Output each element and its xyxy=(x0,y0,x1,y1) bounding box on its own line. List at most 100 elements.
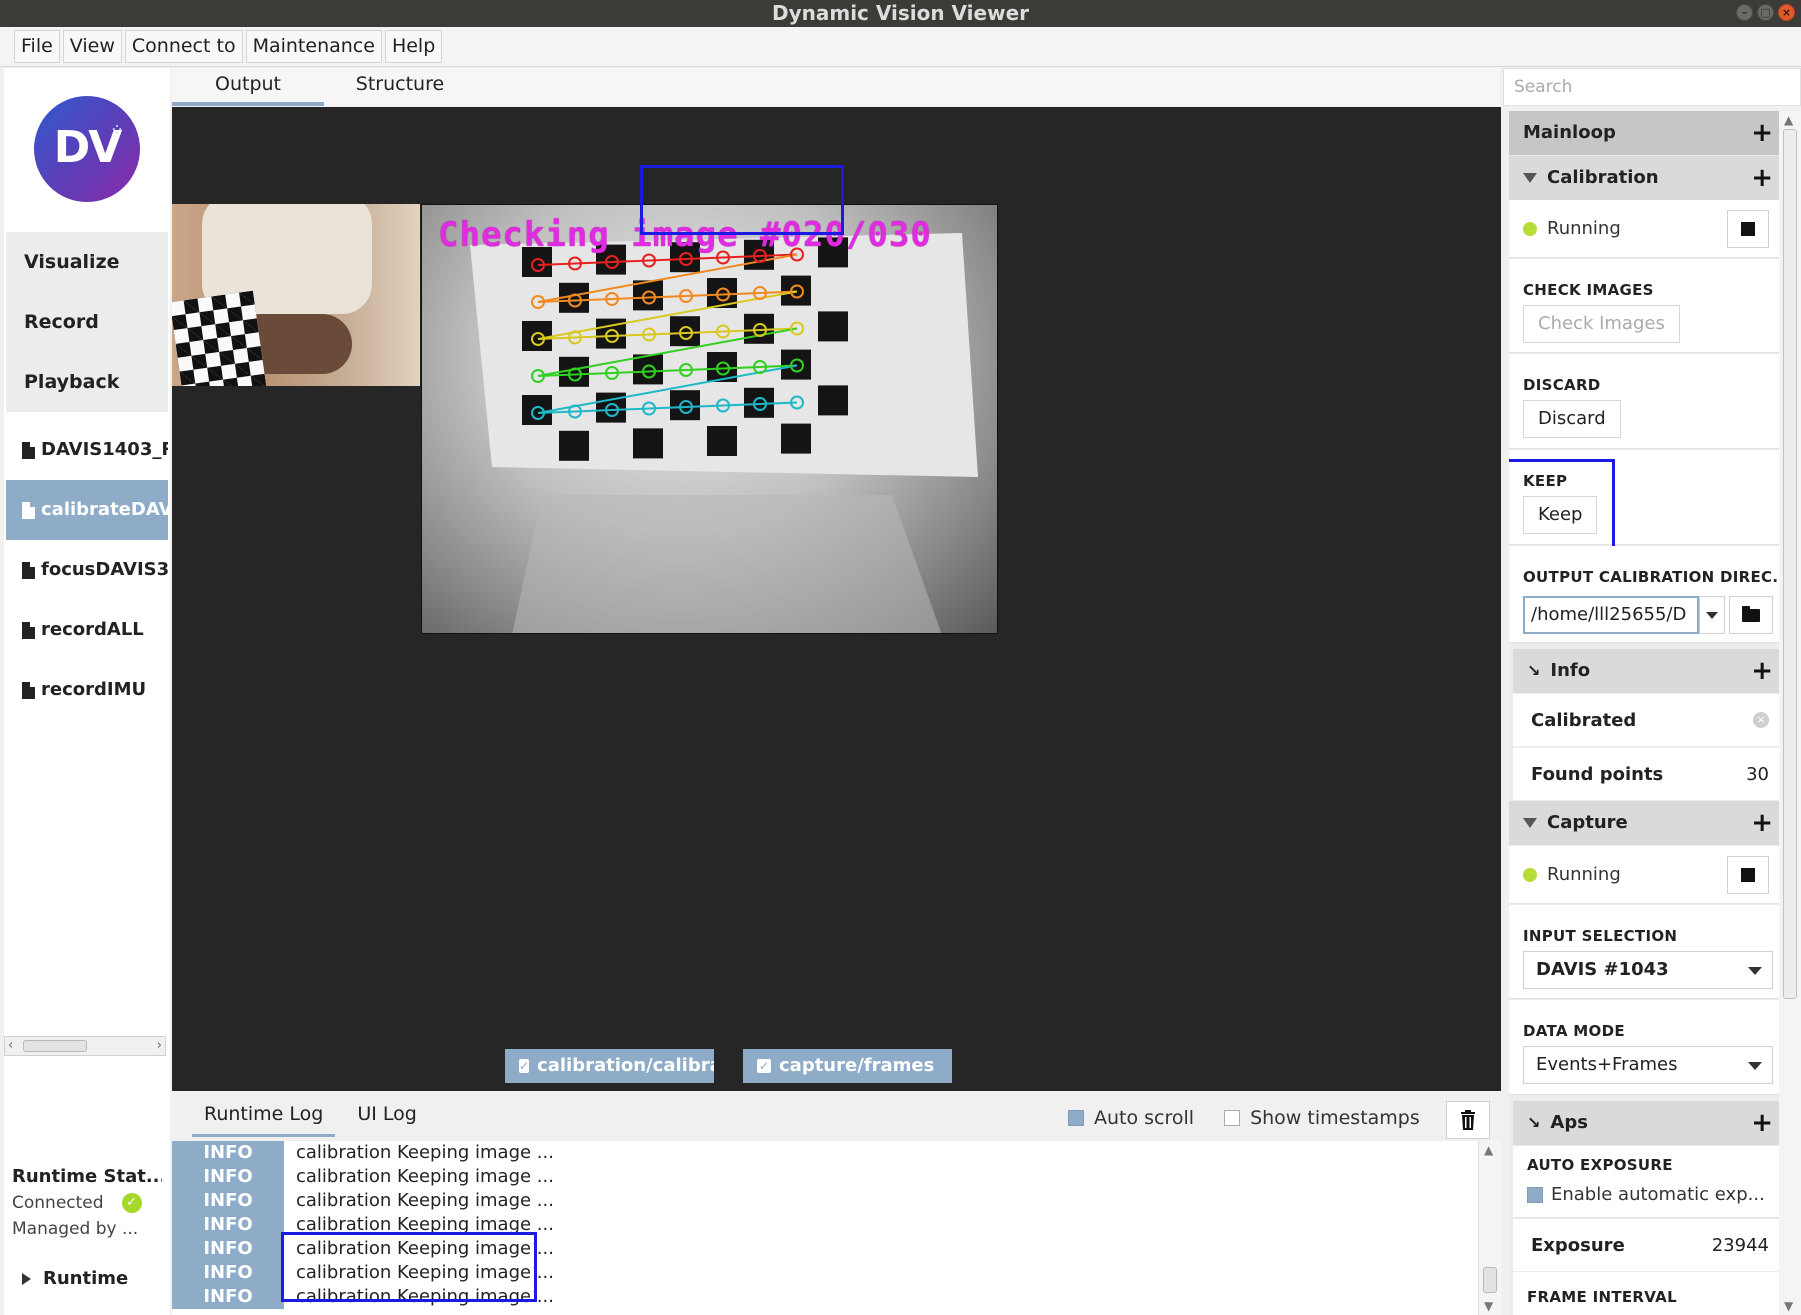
scroll-down-icon[interactable]: ▼ xyxy=(1484,1299,1493,1313)
input-selection-value: DAVIS #1043 xyxy=(1536,959,1669,980)
auto-exposure-checkbox[interactable] xyxy=(1527,1186,1543,1203)
tab-structure[interactable]: Structure xyxy=(324,68,476,106)
collapse-arrow-icon[interactable] xyxy=(1523,818,1537,828)
chevron-down-icon xyxy=(1748,967,1762,975)
discard-button[interactable]: Discard xyxy=(1523,400,1621,438)
log-message: calibration Keeping image ... xyxy=(296,1166,554,1187)
capture-running: Running xyxy=(1523,864,1621,885)
info-add-icon[interactable]: + xyxy=(1751,649,1773,693)
nav-visualize[interactable]: Visualize xyxy=(6,232,168,292)
stream-toggle-calibration[interactable]: ✓ calibration/calibra... xyxy=(505,1049,714,1083)
calibration-stop-button[interactable] xyxy=(1727,210,1769,248)
collapse-arrow-icon[interactable]: ↘ xyxy=(1527,1101,1540,1145)
stream-label: calibration/calibra... xyxy=(537,1055,714,1076)
chevron-down-icon xyxy=(1748,1062,1762,1070)
capture-add-icon[interactable]: + xyxy=(1751,801,1773,845)
scrollbar-thumb[interactable] xyxy=(1483,1267,1497,1293)
log-level: INFO xyxy=(172,1141,284,1165)
window-controls: – □ × xyxy=(1736,4,1795,21)
tab-runtime-log[interactable]: Runtime Log xyxy=(192,1099,336,1137)
menu-view[interactable]: View xyxy=(62,30,122,63)
checkerboard-square xyxy=(818,311,848,342)
check-images-button[interactable]: Check Images xyxy=(1523,305,1680,343)
auto-scroll-toggle[interactable]: Auto scroll xyxy=(1068,1107,1194,1129)
maximize-icon[interactable]: □ xyxy=(1757,4,1774,21)
right-panel-scrollbar[interactable]: ▲ ▼ xyxy=(1779,111,1801,1315)
scrollbar-thumb[interactable] xyxy=(23,1040,87,1052)
log-row: INFO calibration Keeping image ... xyxy=(172,1261,1478,1285)
menu-maintenance[interactable]: Maintenance xyxy=(245,30,382,63)
file-item[interactable]: recordALL xyxy=(6,600,168,660)
clear-log-button[interactable] xyxy=(1446,1101,1490,1139)
runtime-expander[interactable]: Runtime xyxy=(22,1268,128,1289)
menu-file[interactable]: File xyxy=(14,30,60,63)
scrollbar-thumb[interactable] xyxy=(1783,129,1797,999)
check-images-label: CHECK IMAGES xyxy=(1523,281,1654,299)
auto-exposure-option[interactable]: Enable automatic exp... xyxy=(1527,1184,1765,1205)
lower-cloth xyxy=(512,495,942,633)
capture-header[interactable]: Capture + xyxy=(1509,801,1779,845)
log-vertical-scrollbar[interactable]: ▲ ▼ xyxy=(1478,1141,1501,1315)
main-tabs: Output Structure xyxy=(172,68,1500,106)
add-module-icon[interactable]: + xyxy=(1751,111,1773,155)
menu-bar: File View Connect to Maintenance Help xyxy=(0,27,1801,67)
checkerboard-square xyxy=(559,430,589,461)
output-dir-input[interactable]: /home/lll25655/D xyxy=(1523,596,1699,634)
file-item[interactable]: focusDAVIS34 xyxy=(6,540,168,600)
minimize-icon[interactable]: – xyxy=(1736,4,1753,21)
folder-icon xyxy=(1742,605,1760,622)
scroll-right-icon[interactable]: › xyxy=(157,1038,162,1053)
aps-add-icon[interactable]: + xyxy=(1751,1101,1773,1145)
frame-interval-label: FRAME INTERVAL xyxy=(1527,1288,1677,1306)
nav-record[interactable]: Record xyxy=(6,292,168,352)
close-icon[interactable]: × xyxy=(1778,4,1795,21)
scroll-up-icon[interactable]: ▲ xyxy=(1784,113,1793,127)
logo-sparkle-icon: ⁘ xyxy=(111,123,122,137)
scroll-up-icon[interactable]: ▲ xyxy=(1484,1143,1493,1157)
data-mode-value: Events+Frames xyxy=(1536,1054,1678,1075)
auto-scroll-checkbox[interactable] xyxy=(1068,1110,1084,1126)
chevron-down-icon xyxy=(1706,612,1718,619)
keep-button[interactable]: Keep xyxy=(1523,496,1598,534)
log-level: INFO xyxy=(172,1285,284,1309)
exposure-value[interactable]: 23944 xyxy=(1712,1235,1769,1256)
calibrated-label: Calibrated xyxy=(1531,709,1637,731)
scroll-down-icon[interactable]: ▼ xyxy=(1784,1299,1793,1313)
left-sidebar: DV ⁘ Visualize Record Playback DAVIS1403… xyxy=(4,68,170,1315)
scroll-left-icon[interactable]: ‹ xyxy=(8,1038,13,1053)
checkerboard-square xyxy=(522,395,552,425)
aps-header[interactable]: ↘ Aps + xyxy=(1513,1101,1779,1145)
tab-output[interactable]: Output xyxy=(172,68,324,106)
running-status-icon xyxy=(1523,221,1537,236)
collapse-arrow-icon[interactable]: ↘ xyxy=(1527,649,1540,693)
browse-folder-button[interactable] xyxy=(1729,596,1773,634)
sidebar-horizontal-scrollbar[interactable]: ‹ › xyxy=(4,1036,166,1056)
mainloop-header[interactable]: Mainloop + xyxy=(1509,111,1779,155)
tab-ui-log[interactable]: UI Log xyxy=(345,1099,429,1137)
data-mode-dropdown[interactable]: Events+Frames xyxy=(1523,1046,1773,1084)
nav-group: Visualize Record Playback xyxy=(6,232,168,412)
search-input[interactable]: Search xyxy=(1503,68,1801,106)
checkbox-checked-icon: ✓ xyxy=(519,1059,530,1073)
checkerboard-square xyxy=(818,385,848,416)
menu-connect-to[interactable]: Connect to xyxy=(124,30,243,63)
calibration-header[interactable]: Calibration + xyxy=(1509,156,1779,200)
input-selection-dropdown[interactable]: DAVIS #1043 xyxy=(1523,951,1773,989)
show-timestamps-checkbox[interactable] xyxy=(1224,1110,1241,1126)
file-item[interactable]: DAVIS1403_R xyxy=(6,420,168,480)
menu-help[interactable]: Help xyxy=(384,30,443,63)
capture-stop-button[interactable] xyxy=(1727,856,1769,894)
collapse-arrow-icon[interactable] xyxy=(1523,173,1537,183)
info-header[interactable]: ↘ Info + xyxy=(1513,649,1779,693)
stream-toggle-capture[interactable]: ✓ capture/frames xyxy=(743,1049,952,1083)
file-item[interactable]: recordIMU xyxy=(6,660,168,720)
exposure-row: Exposure 23944 xyxy=(1513,1219,1779,1271)
log-panel: Runtime Log UI Log Auto scroll Show time… xyxy=(172,1091,1501,1315)
output-dir-label: OUTPUT CALIBRATION DIREC... xyxy=(1523,568,1779,586)
output-dir-row: OUTPUT CALIBRATION DIREC... /home/lll256… xyxy=(1509,546,1779,643)
calibration-add-icon[interactable]: + xyxy=(1751,156,1773,200)
show-timestamps-toggle[interactable]: Show timestamps xyxy=(1224,1107,1420,1129)
file-item-active[interactable]: calibrateDAV xyxy=(6,480,168,540)
nav-playback[interactable]: Playback xyxy=(6,352,168,412)
output-dir-dropdown[interactable] xyxy=(1699,596,1725,634)
